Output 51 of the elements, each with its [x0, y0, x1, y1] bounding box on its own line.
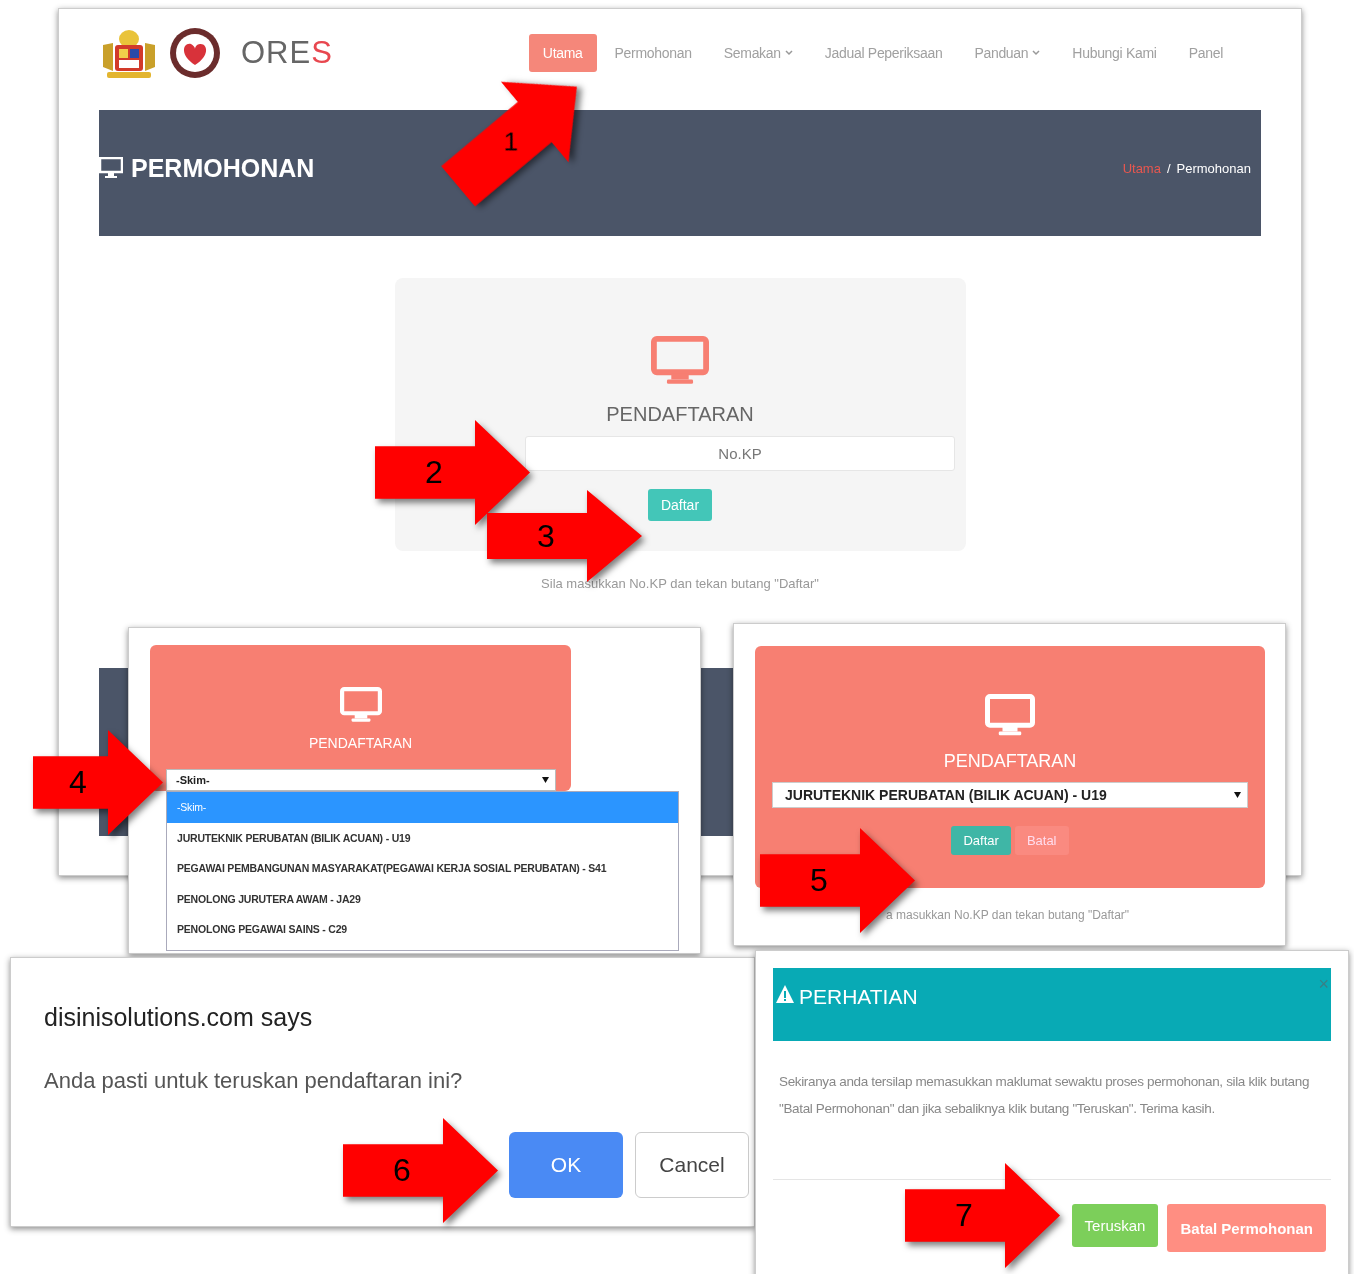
- step-number: 2: [425, 453, 443, 491]
- register-button[interactable]: Daftar: [647, 489, 713, 522]
- cancel-button[interactable]: Cancel: [635, 1132, 749, 1198]
- dialog-message: Anda pasti untuk teruskan pendaftaran ini?: [44, 1068, 463, 1094]
- cancel-button[interactable]: Batal: [1014, 825, 1069, 855]
- monitor-icon: [99, 157, 123, 179]
- monitor-icon: [339, 687, 382, 723]
- scheme-select[interactable]: -Skim-: [166, 769, 556, 791]
- breadcrumb-separator: /: [1166, 160, 1171, 176]
- card-title: PENDAFTARAN: [943, 750, 1077, 772]
- breadcrumb-current: Permohonan: [1176, 160, 1251, 176]
- monitor-icon: [651, 336, 709, 386]
- step-number: 6: [393, 1151, 411, 1189]
- page-title: PERMOHONAN: [131, 153, 315, 183]
- scheme-select[interactable]: JURUTEKNIK PERUBATAN (BILIK ACUAN) - U19: [772, 781, 1248, 808]
- continue-button[interactable]: Teruskan: [1071, 1204, 1159, 1247]
- step-number: 4: [69, 763, 87, 801]
- close-button[interactable]: ×: [1318, 974, 1329, 995]
- instruction-text: a masukkan No.KP dan tekan butang "Daftar": [886, 908, 1130, 922]
- nav-link[interactable]: Permohonan: [600, 33, 706, 72]
- id-number-field[interactable]: No.KP: [525, 436, 955, 472]
- instruction-text: Sila masukkan No.KP dan tekan butang "Daftar": [540, 576, 820, 591]
- ok-button[interactable]: OK: [509, 1132, 623, 1198]
- dropdown-option[interactable]: PENOLONG PEGAWAI SAINS - C29: [167, 914, 678, 945]
- step-number: 3: [537, 517, 555, 555]
- dropdown-option[interactable]: JURUTEKNIK PERUBATAN (BILIK ACUAN) - U19: [167, 822, 678, 853]
- nav-link[interactable]: Utama: [528, 33, 597, 72]
- nav-link[interactable]: Panel: [1174, 33, 1237, 72]
- dropdown-option[interactable]: PEGAWAI PEMBANGUNAN MASYARAKAT(PEGAWAI KERJA SOSIAL PERUBATAN) - S41: [167, 853, 678, 884]
- card-title: PENDAFTARAN: [308, 734, 413, 751]
- dropdown-option[interactable]: -Skim-: [167, 792, 678, 823]
- step-number: 7: [955, 1196, 973, 1234]
- nav-link[interactable]: Semakan: [709, 33, 807, 72]
- nav-link[interactable]: Jadual Peperiksaan: [810, 33, 957, 72]
- dropdown-arrow-icon: [1234, 791, 1241, 798]
- modal-title: PERHATIAN: [799, 984, 918, 1010]
- dropdown-arrow-icon: [542, 777, 549, 783]
- nav-link[interactable]: Hubungi Kami: [1058, 33, 1171, 72]
- site-logo-text: ORES: [241, 34, 333, 71]
- step-number: 1: [503, 125, 519, 159]
- card-title: PENDAFTARAN: [606, 403, 754, 427]
- modal-message: Sekiranya anda tersilap memasukkan maklumat sewaktu proses permohonan, sila klik butang "Batal Permohonan" dan jika sebaliknya klik butang "Teruskan". Terima kasih.: [779, 1073, 1311, 1118]
- nav-link[interactable]: Panduan: [960, 33, 1055, 72]
- dialog-title: disinisolutions.com says: [44, 1003, 313, 1032]
- dropdown-option[interactable]: PENOLONG JURUTERA AWAM - JA29: [167, 883, 678, 914]
- monitor-icon: [985, 694, 1035, 737]
- cancel-application-button[interactable]: Batal Permohonan: [1167, 1204, 1326, 1252]
- heart-logo-icon: [169, 26, 221, 79]
- step-number: 5: [810, 861, 828, 899]
- breadcrumb-link[interactable]: Utama: [1122, 160, 1161, 176]
- register-button[interactable]: Daftar: [951, 825, 1011, 855]
